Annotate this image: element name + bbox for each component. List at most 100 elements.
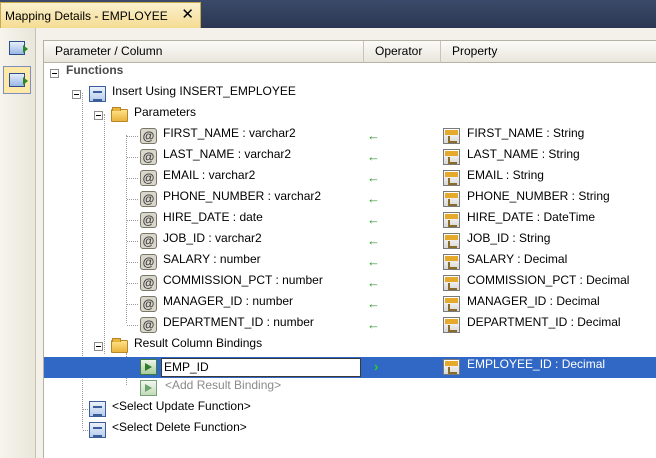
parameter-row[interactable]: @ SALARY : number ← SALARY : Decimal <box>44 252 656 273</box>
insert-view-button[interactable] <box>3 66 31 94</box>
parameter-name: SALARY : number <box>163 252 261 266</box>
left-toolbar <box>0 28 36 458</box>
binding-property-name: EMPLOYEE_ID : Decimal <box>467 357 606 371</box>
tree-row-result-bindings[interactable]: Result Column Bindings <box>44 336 656 357</box>
parameter-icon: @ <box>140 254 157 270</box>
add-binding-icon <box>140 380 157 396</box>
column-header-operator[interactable]: Operator <box>364 41 441 63</box>
binding-icon <box>140 359 157 375</box>
property-name: COMMISSION_PCT : Decimal <box>467 273 630 287</box>
column-header-property[interactable]: Property <box>441 41 656 63</box>
parameter-name: JOB_ID : varchar2 <box>163 231 262 245</box>
collapse-icon[interactable] <box>94 342 103 351</box>
property-name: LAST_NAME : String <box>467 147 580 161</box>
mapping-arrow-icon: ← <box>367 191 380 206</box>
mapping-view-icon <box>9 41 28 55</box>
mapping-arrow-icon: ← <box>367 149 380 164</box>
property-name: FIRST_NAME : String <box>467 126 585 140</box>
parameter-row[interactable]: @ HIRE_DATE : date ← HIRE_DATE : DateTim… <box>44 210 656 231</box>
tab-mapping-details[interactable]: Mapping Details - EMPLOYEE ✕ <box>0 2 201 28</box>
parameters-label: Parameters <box>134 105 197 119</box>
tab-title: Mapping Details - EMPLOYEE <box>5 8 168 23</box>
tree-row-delete-function[interactable]: <Select Delete Function> <box>44 420 656 441</box>
parameter-name: EMAIL : varchar2 <box>163 168 256 182</box>
property-name: MANAGER_ID : Decimal <box>467 294 600 308</box>
parameter-name: PHONE_NUMBER : varchar2 <box>163 189 322 203</box>
function-icon <box>89 86 106 102</box>
column-header: Parameter / Column Operator Property <box>44 41 656 63</box>
parameter-icon: @ <box>140 128 157 144</box>
parameter-icon: @ <box>140 317 157 333</box>
property-icon <box>443 254 460 270</box>
property-name: JOB_ID : String <box>467 231 551 245</box>
property-name: PHONE_NUMBER : String <box>467 189 610 203</box>
parameter-icon: @ <box>140 212 157 228</box>
parameter-icon: @ <box>140 275 157 291</box>
mapping-arrow-icon: ← <box>367 128 380 143</box>
property-icon <box>443 149 460 165</box>
property-icon <box>443 233 460 249</box>
folder-icon <box>111 107 128 122</box>
add-result-binding-label: <Add Result Binding> <box>165 378 282 392</box>
folder-icon <box>111 338 128 353</box>
parameter-icon: @ <box>140 149 157 165</box>
mapping-arrow-icon: ← <box>367 212 380 227</box>
parameter-row[interactable]: @ COMMISSION_PCT : number ← COMMISSION_P… <box>44 273 656 294</box>
parameter-name: HIRE_DATE : date <box>163 210 263 224</box>
tree-row-parameters[interactable]: Parameters <box>44 105 656 126</box>
mapping-arrow-icon: ← <box>367 296 380 311</box>
mapping-arrow-icon: ← <box>367 317 380 332</box>
parameter-row[interactable]: @ MANAGER_ID : number ← MANAGER_ID : Dec… <box>44 294 656 315</box>
property-name: DEPARTMENT_ID : Decimal <box>467 315 621 329</box>
property-icon <box>443 296 460 312</box>
collapse-icon[interactable] <box>94 111 103 120</box>
property-icon <box>443 191 460 207</box>
parameter-icon: @ <box>140 170 157 186</box>
property-name: HIRE_DATE : DateTime <box>467 210 596 224</box>
column-header-parameter[interactable]: Parameter / Column <box>44 41 364 63</box>
parameter-row[interactable]: @ FIRST_NAME : varchar2 ← FIRST_NAME : S… <box>44 126 656 147</box>
mapping-arrow-icon: › <box>374 359 379 374</box>
collapse-icon[interactable] <box>50 69 59 78</box>
insert-view-icon <box>9 73 28 87</box>
function-icon <box>89 422 106 438</box>
parameter-name: DEPARTMENT_ID : number <box>163 315 314 329</box>
collapse-icon[interactable] <box>72 90 81 99</box>
add-result-binding-row[interactable]: <Add Result Binding> <box>44 378 656 399</box>
select-update-function-label: <Select Update Function> <box>112 399 251 413</box>
mapping-arrow-icon: ← <box>367 275 380 290</box>
tree-row-insert-function[interactable]: Insert Using INSERT_EMPLOYEE <box>44 84 656 105</box>
result-bindings-label: Result Column Bindings <box>134 336 263 350</box>
parameter-row[interactable]: @ JOB_ID : varchar2 ← JOB_ID : String <box>44 231 656 252</box>
parameter-icon: @ <box>140 233 157 249</box>
parameter-row[interactable]: @ EMAIL : varchar2 ← EMAIL : String <box>44 168 656 189</box>
property-icon <box>443 128 460 144</box>
insert-function-label: Insert Using INSERT_EMPLOYEE <box>112 84 296 98</box>
binding-column-input[interactable]: EMP_ID <box>161 358 361 377</box>
mapping-view-button[interactable] <box>3 34 31 62</box>
property-icon <box>443 275 460 291</box>
parameter-row[interactable]: @ DEPARTMENT_ID : number ← DEPARTMENT_ID… <box>44 315 656 336</box>
property-icon <box>443 359 460 375</box>
property-icon <box>443 212 460 228</box>
close-icon[interactable]: ✕ <box>181 6 194 24</box>
result-binding-row[interactable]: EMP_ID › EMPLOYEE_ID : Decimal <box>44 357 656 378</box>
functions-label: Functions <box>66 63 124 77</box>
mapping-arrow-icon: ← <box>367 233 380 248</box>
property-name: SALARY : Decimal <box>467 252 568 266</box>
mapping-arrow-icon: ← <box>367 254 380 269</box>
function-icon <box>89 401 106 417</box>
tab-strip: Mapping Details - EMPLOYEE ✕ <box>0 0 656 28</box>
tree-row-functions[interactable]: Functions <box>44 63 656 84</box>
property-icon <box>443 317 460 333</box>
property-icon <box>443 170 460 186</box>
select-delete-function-label: <Select Delete Function> <box>112 420 247 434</box>
parameter-name: FIRST_NAME : varchar2 <box>163 126 296 140</box>
parameter-name: COMMISSION_PCT : number <box>163 273 323 287</box>
parameter-row[interactable]: @ LAST_NAME : varchar2 ← LAST_NAME : Str… <box>44 147 656 168</box>
parameter-name: MANAGER_ID : number <box>163 294 294 308</box>
parameter-icon: @ <box>140 296 157 312</box>
parameter-row[interactable]: @ PHONE_NUMBER : varchar2 ← PHONE_NUMBER… <box>44 189 656 210</box>
mapping-details-panel: Parameter / Column Operator Property Fun… <box>36 28 656 458</box>
tree-row-update-function[interactable]: <Select Update Function> <box>44 399 656 420</box>
